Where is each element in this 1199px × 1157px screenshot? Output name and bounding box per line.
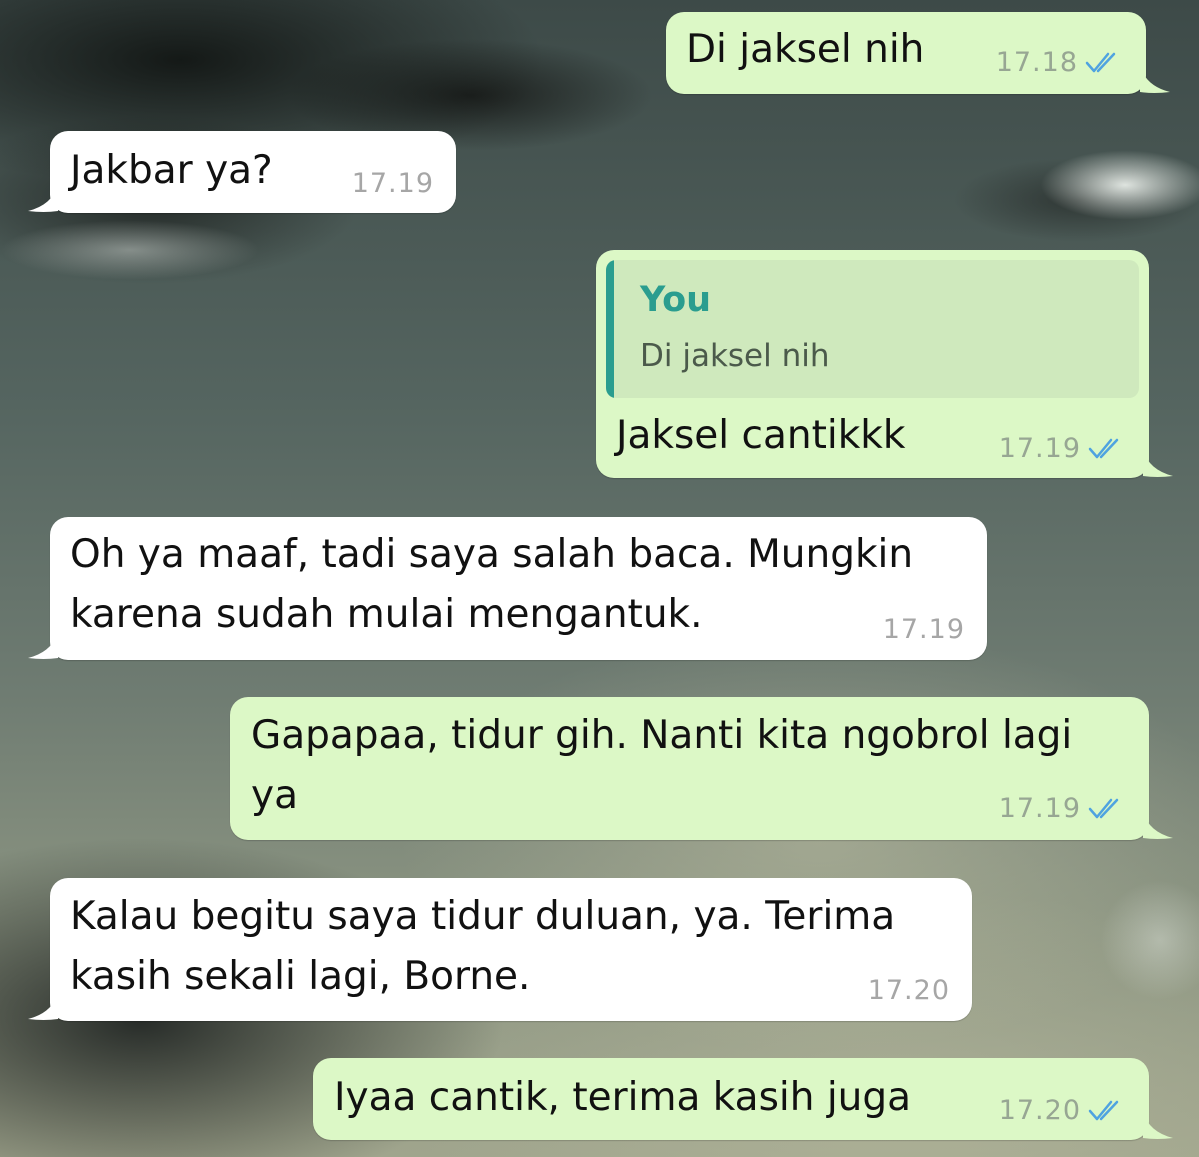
double-check-icon xyxy=(1088,798,1119,819)
message-text-line: ya xyxy=(251,773,298,818)
message-meta: 17.20 xyxy=(868,976,950,1006)
quote-text: Di jaksel nih xyxy=(640,338,830,374)
message-time: 17.19 xyxy=(998,793,1081,824)
message-time: 17.20 xyxy=(867,975,950,1006)
message-time: 17.18 xyxy=(995,47,1078,78)
message-meta: 17.18 xyxy=(996,48,1124,78)
message-meta: 17.19 xyxy=(999,794,1127,824)
bubble-tail xyxy=(1143,812,1173,839)
message-meta: 17.20 xyxy=(999,1096,1127,1126)
message-text-line: Oh ya maaf, tadi saya salah baca. Mungki… xyxy=(70,532,914,577)
message-meta: 17.19 xyxy=(999,434,1127,464)
message-bubble-outgoing-2[interactable]: You Di jaksel nih Jaksel cantikkk 17.19 xyxy=(596,250,1173,478)
message-bubble-outgoing-3[interactable]: Gapapaa, tidur gih. Nanti kita ngobrol l… xyxy=(230,697,1173,840)
message-time: 17.20 xyxy=(998,1095,1081,1126)
message-bubble-outgoing-4[interactable]: Iyaa cantik, terima kasih juga 17.20 xyxy=(313,1058,1173,1140)
message-text: Di jaksel nih xyxy=(686,27,925,72)
message-text-line: Gapapaa, tidur gih. Nanti kita ngobrol l… xyxy=(251,713,1073,758)
message-time: 17.19 xyxy=(351,168,434,199)
double-check-icon xyxy=(1085,52,1116,73)
bubble-tail xyxy=(28,185,58,212)
quote-accent-bar xyxy=(606,260,614,398)
bubble-tail xyxy=(28,993,58,1020)
quote-author: You xyxy=(640,280,712,320)
message-bubble-incoming-3[interactable]: Kalau begitu saya tidur duluan, ya. Teri… xyxy=(28,878,972,1021)
bubble-tail xyxy=(1143,1112,1173,1139)
message-text: Jakbar ya? xyxy=(70,148,273,193)
double-check-icon xyxy=(1088,1100,1119,1121)
message-meta: 17.19 xyxy=(352,169,434,199)
message-time: 17.19 xyxy=(998,433,1081,464)
message-meta: 17.19 xyxy=(883,615,965,645)
message-text-line: kasih sekali lagi, Borne. xyxy=(70,954,531,999)
message-bubble-incoming-1[interactable]: Jakbar ya? 17.19 xyxy=(28,131,456,213)
message-text: Jaksel cantikkk xyxy=(616,413,906,458)
message-text-line: karena sudah mulai mengantuk. xyxy=(70,592,703,637)
message-bubble-outgoing-1[interactable]: Di jaksel nih 17.18 xyxy=(666,12,1170,94)
message-bubble-incoming-2[interactable]: Oh ya maaf, tadi saya salah baca. Mungki… xyxy=(28,517,987,660)
bubble-tail xyxy=(1140,66,1170,93)
bubble-tail xyxy=(1143,450,1173,477)
bubble-tail xyxy=(28,632,58,659)
quoted-message[interactable]: You Di jaksel nih xyxy=(606,260,1139,398)
double-check-icon xyxy=(1088,438,1119,459)
message-time: 17.19 xyxy=(882,614,965,645)
message-text-line: Kalau begitu saya tidur duluan, ya. Teri… xyxy=(70,894,896,939)
message-text: Iyaa cantik, terima kasih juga xyxy=(334,1075,912,1120)
